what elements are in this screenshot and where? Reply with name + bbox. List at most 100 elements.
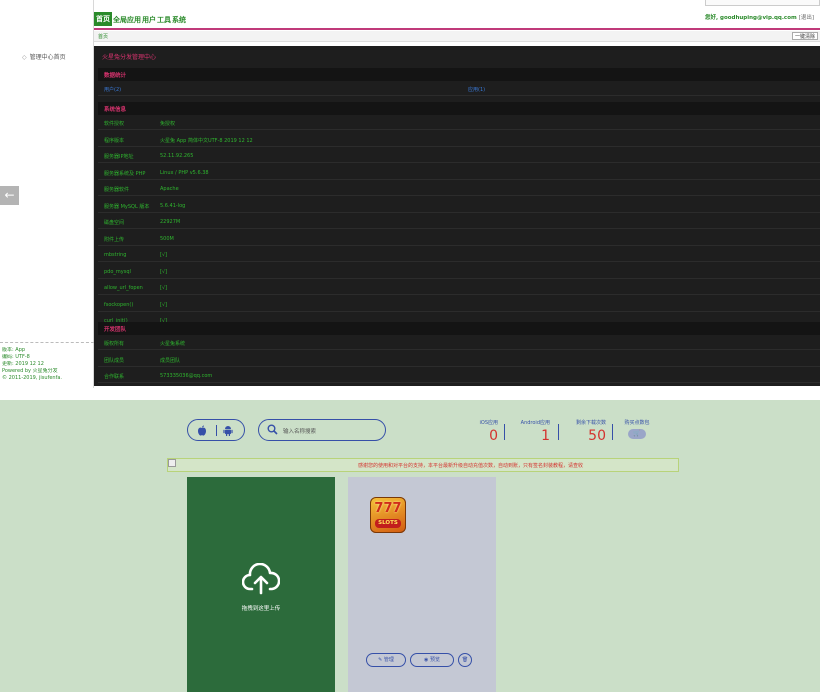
row-key: 服务器系统及 PHP — [104, 170, 146, 177]
pencil-icon: ✎ — [378, 657, 383, 663]
toggle-separator — [216, 425, 217, 436]
table-row: 软件授权 免授权 — [98, 116, 820, 130]
row-value: Linux / PHP v5.6.38 — [160, 169, 209, 176]
tab-home[interactable]: 首页 — [94, 12, 112, 26]
table-row: 服务器软件 Apache — [98, 182, 820, 196]
buy-points-label: 购买点数包 — [624, 420, 650, 426]
cart-icon: 🛒 — [633, 430, 641, 437]
table-row: allow_url_fopen [√] — [98, 281, 820, 295]
buy-points: 购买点数包 🛒 — [622, 419, 652, 439]
row-key: mbstring — [104, 252, 127, 258]
upload-hint: 拖拽到这里上传 — [241, 606, 281, 612]
stats-row: 用户(2) 应用(1) — [98, 82, 820, 96]
stat-users-link[interactable]: 用户(2) — [104, 86, 121, 93]
counter-divider — [558, 424, 559, 440]
tab-apps[interactable]: 应用 — [127, 15, 141, 25]
row-key: 磁盘空间 — [104, 220, 125, 226]
user-email: 您好, goodhuping@vip.qq.com — [705, 15, 797, 21]
top-corner-bar — [705, 0, 820, 6]
row-value: [√] — [160, 252, 168, 258]
table-row: 团队成员 成员团队 — [98, 353, 820, 367]
footer-version: 版本: App — [2, 347, 26, 353]
apple-icon[interactable] — [197, 425, 207, 440]
user-info: 您好, goodhuping@vip.qq.com [退出] — [705, 13, 814, 21]
table-row: 版权所有 火星兔系统 — [98, 336, 820, 350]
preview-button[interactable]: ◉ 预览 — [410, 653, 454, 667]
downloads-left-label: 剩余下载次数 — [575, 420, 606, 426]
row-value: 500M — [160, 235, 174, 242]
table-row: 服务器 MySQL 版本 5.6.41-log — [98, 199, 820, 213]
footer-powered: Powered by 火星兔分发 — [2, 368, 58, 374]
upload-dashboard: 输入名称搜索 iOS应用 0 Android应用 1 剩余下载次数 50 购买点… — [0, 400, 820, 692]
notice-text: 感谢您的使用和对平台的支持，本平台最新升级自动充值次数，自动到账，只有签名封装教… — [358, 463, 584, 469]
search-input[interactable]: 输入名称搜索 — [283, 427, 316, 435]
ios-count-label: iOS应用 — [479, 420, 499, 426]
row-key: 团队成员 — [104, 357, 125, 364]
dev-title: 开发团队 — [104, 327, 127, 333]
row-value: 免授权 — [160, 121, 176, 127]
row-key: pdo_mysql — [104, 268, 131, 275]
cart-button[interactable]: 🛒 — [628, 429, 646, 439]
sidebar-home-label: 管理中心首页 — [29, 54, 66, 61]
ios-count-value: 0 — [489, 428, 498, 444]
tab-global[interactable]: 全局 — [113, 15, 127, 25]
stats-header: 数据统计 — [98, 68, 820, 81]
slots-number-mark: 777 — [374, 501, 402, 516]
bullet-icon: ◇ — [22, 54, 27, 61]
logout-link[interactable]: [退出] — [799, 15, 814, 21]
nav-divider — [94, 28, 820, 30]
trash-icon: 🗑 — [461, 657, 469, 663]
ios-count: iOS应用 0 — [472, 419, 499, 444]
table-row: 合作联系 573335036@qq.com — [98, 369, 820, 383]
collapse-sidebar-button[interactable]: ← — [0, 186, 19, 205]
search-box[interactable]: 输入名称搜索 — [258, 419, 386, 441]
footer-encoding: 编码: UTF-8 — [2, 354, 30, 360]
row-value: Apache — [160, 186, 179, 192]
top-nav: 首页 全局 应用 用户 工具 系统 您好, goodhuping@vip.qq.… — [94, 10, 820, 30]
android-count-value: 1 — [541, 428, 550, 444]
row-key: 服务器软件 — [104, 187, 130, 193]
table-row: pdo_mysql [√] — [98, 265, 820, 279]
row-key: allow_url_fopen — [104, 285, 143, 291]
row-value: [√] — [160, 268, 168, 275]
search-icon — [267, 424, 278, 437]
arrow-left-icon: ← — [4, 188, 15, 202]
row-key: 合作联系 — [104, 374, 125, 380]
admin-panel: ◇ 管理中心首页 ← 版本: App 编码: UTF-8 更新: 2019 12 … — [0, 0, 820, 388]
tab-users[interactable]: 用户 — [142, 15, 156, 25]
delete-button[interactable]: 🗑 — [458, 653, 472, 667]
upload-dropzone[interactable]: 拖拽到这里上传 — [187, 477, 335, 692]
eye-icon: ◉ — [424, 657, 429, 663]
footer-copyright: © 2011-2019, jisufenfa. — [2, 375, 62, 381]
slots-app-icon[interactable]: 777 SLOTS — [370, 497, 406, 533]
manage-button[interactable]: ✎ 管理 — [366, 653, 406, 667]
dev-header: 开发团队 — [98, 322, 820, 335]
downloads-left-value: 50 — [588, 428, 606, 444]
row-key: 附件上传 — [104, 236, 125, 243]
table-row: 程序版本 火星兔 App 简体中文UTF-8 2019 12 12 — [98, 133, 820, 147]
row-key: 版权所有 — [104, 341, 125, 347]
stats-title: 数据统计 — [104, 73, 127, 79]
row-value: [√] — [160, 301, 168, 308]
sidebar-item-home[interactable]: ◇ 管理中心首页 — [22, 52, 66, 61]
breadcrumb-bar: 首页 一键清除 — [94, 31, 820, 42]
tab-tools[interactable]: 工具 — [157, 15, 171, 25]
app-card[interactable]: 777 SLOTS ✎ 管理 ◉ 预览 🗑 — [348, 477, 496, 692]
clear-cache-button[interactable]: 一键清除 — [791, 32, 818, 40]
android-icon[interactable] — [223, 425, 233, 440]
row-key: 服务器IP地址 — [104, 154, 134, 160]
preview-label: 预览 — [429, 657, 440, 663]
counter-divider — [612, 424, 613, 440]
breadcrumb[interactable]: 首页 — [98, 33, 108, 40]
stat-apps-link[interactable]: 应用(1) — [468, 86, 485, 93]
android-count: Android应用 1 — [514, 419, 550, 444]
notice-bar: 感谢您的使用和对平台的支持，本平台最新升级自动充值次数，自动到账，只有签名封装教… — [167, 458, 679, 472]
page-title: 火星兔分发管理中心 — [102, 54, 157, 61]
android-count-label: Android应用 — [520, 420, 550, 426]
sysinfo-title: 系统信息 — [104, 107, 127, 113]
sysinfo-header: 系统信息 — [98, 102, 820, 115]
tab-system[interactable]: 系统 — [172, 15, 186, 25]
table-row: 服务器系统及 PHP Linux / PHP v5.6.38 — [98, 166, 820, 180]
row-value: 成员团队 — [160, 357, 181, 364]
row-key: fsockopen() — [104, 301, 134, 308]
